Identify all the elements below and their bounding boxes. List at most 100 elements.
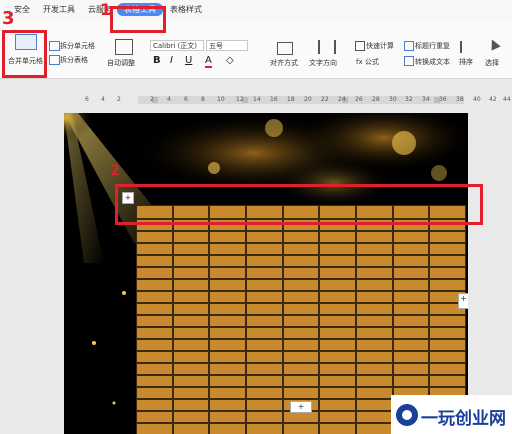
table-cell[interactable] xyxy=(172,399,210,411)
table-cell[interactable] xyxy=(282,363,320,375)
table-cell[interactable] xyxy=(209,279,247,291)
table-cell[interactable] xyxy=(319,351,357,363)
split-cells-button[interactable]: 拆分单元格 xyxy=(60,41,95,51)
table-cell[interactable] xyxy=(209,387,247,399)
table-cell[interactable] xyxy=(429,315,467,327)
tab-developer-tools[interactable]: 开发工具 xyxy=(43,4,75,15)
table-cell[interactable] xyxy=(429,375,467,387)
table-cell[interactable] xyxy=(356,231,393,243)
table-cell[interactable] xyxy=(282,339,320,351)
table-cell[interactable] xyxy=(429,255,467,267)
table-cell[interactable] xyxy=(209,327,247,339)
table-cell[interactable] xyxy=(429,231,467,243)
table-cell[interactable] xyxy=(282,291,320,303)
table-cell[interactable] xyxy=(246,363,283,375)
table-cell[interactable] xyxy=(392,255,430,267)
table-cell[interactable] xyxy=(136,315,173,327)
table-cell[interactable] xyxy=(172,423,210,434)
bold-button[interactable]: B xyxy=(153,55,161,66)
table-cell[interactable] xyxy=(209,339,247,351)
table-cell[interactable] xyxy=(246,303,283,315)
table-cell[interactable] xyxy=(429,243,467,255)
table-cell[interactable] xyxy=(136,303,173,315)
table-cell[interactable] xyxy=(319,423,357,434)
table-cell[interactable] xyxy=(356,339,393,351)
quick-calc-button[interactable]: 快速计算 xyxy=(366,41,394,51)
table-cell[interactable] xyxy=(246,375,283,387)
table-cell[interactable] xyxy=(209,231,247,243)
table-cell[interactable] xyxy=(136,231,173,243)
table-cell[interactable] xyxy=(356,243,393,255)
table-cell[interactable] xyxy=(356,411,393,423)
table-cell[interactable] xyxy=(282,387,320,399)
font-name-select[interactable]: Calibri (正文) xyxy=(150,40,204,51)
table-cell[interactable] xyxy=(172,351,210,363)
table-cell[interactable] xyxy=(356,327,393,339)
table-cell[interactable] xyxy=(172,375,210,387)
table-cell[interactable] xyxy=(209,267,247,279)
table-cell[interactable] xyxy=(209,243,247,255)
table-cell[interactable] xyxy=(319,411,357,423)
table-cell[interactable] xyxy=(319,291,357,303)
table-cell[interactable] xyxy=(429,339,467,351)
table-cell[interactable] xyxy=(392,279,430,291)
table-cell[interactable] xyxy=(246,231,283,243)
table-cell[interactable] xyxy=(282,327,320,339)
table-cell[interactable] xyxy=(209,423,247,434)
highlight-button[interactable]: ◇ xyxy=(226,55,234,66)
table-cell[interactable] xyxy=(319,279,357,291)
add-column-button[interactable]: + xyxy=(458,293,468,309)
formula-button[interactable]: fx 公式 xyxy=(356,57,379,67)
table-cell[interactable] xyxy=(356,423,393,434)
table-cell[interactable] xyxy=(282,243,320,255)
table-cell[interactable] xyxy=(209,291,247,303)
table-cell[interactable] xyxy=(392,327,430,339)
sort-button[interactable]: 排序 xyxy=(459,57,473,67)
table-cell[interactable] xyxy=(319,387,357,399)
table-cell[interactable] xyxy=(392,315,430,327)
table-cell[interactable] xyxy=(429,351,467,363)
table-cell[interactable] xyxy=(172,363,210,375)
table-cell[interactable] xyxy=(246,339,283,351)
table-cell[interactable] xyxy=(172,315,210,327)
table-cell[interactable] xyxy=(319,303,357,315)
table-cell[interactable] xyxy=(246,267,283,279)
underline-button[interactable]: U xyxy=(185,55,192,66)
table-cell[interactable] xyxy=(172,387,210,399)
table-cell[interactable] xyxy=(392,375,430,387)
table-cell[interactable] xyxy=(319,375,357,387)
table-cell[interactable] xyxy=(356,315,393,327)
table-cell[interactable] xyxy=(136,327,173,339)
table-cell[interactable] xyxy=(209,399,247,411)
table-cell[interactable] xyxy=(246,243,283,255)
table-cell[interactable] xyxy=(246,399,283,411)
table-cell[interactable] xyxy=(356,375,393,387)
table-cell[interactable] xyxy=(392,303,430,315)
horizontal-ruler[interactable]: 6 4 2 2 4 6 8 10 12 14 16 18 20 22 24 26… xyxy=(0,94,512,106)
tab-security[interactable]: 安全 xyxy=(14,4,30,15)
table-cell[interactable] xyxy=(136,411,173,423)
table-cell[interactable] xyxy=(136,351,173,363)
table-cell[interactable] xyxy=(172,411,210,423)
table-cell[interactable] xyxy=(356,267,393,279)
table-cell[interactable] xyxy=(429,267,467,279)
table-cell[interactable] xyxy=(429,363,467,375)
table-cell[interactable] xyxy=(172,255,210,267)
table-cell[interactable] xyxy=(392,363,430,375)
table-cell[interactable] xyxy=(356,303,393,315)
table-cell[interactable] xyxy=(429,327,467,339)
text-direction-button[interactable]: 文字方向 xyxy=(309,58,337,68)
table-cell[interactable] xyxy=(319,399,357,411)
table-cell[interactable] xyxy=(136,339,173,351)
table-cell[interactable] xyxy=(246,327,283,339)
table-cell[interactable] xyxy=(392,267,430,279)
table-cell[interactable] xyxy=(282,315,320,327)
table-cell[interactable] xyxy=(209,375,247,387)
table-cell[interactable] xyxy=(136,255,173,267)
table-cell[interactable] xyxy=(136,375,173,387)
table-cell[interactable] xyxy=(136,267,173,279)
italic-button[interactable]: I xyxy=(170,55,173,66)
table-cell[interactable] xyxy=(282,279,320,291)
table-cell[interactable] xyxy=(172,231,210,243)
table-cell[interactable] xyxy=(209,411,247,423)
